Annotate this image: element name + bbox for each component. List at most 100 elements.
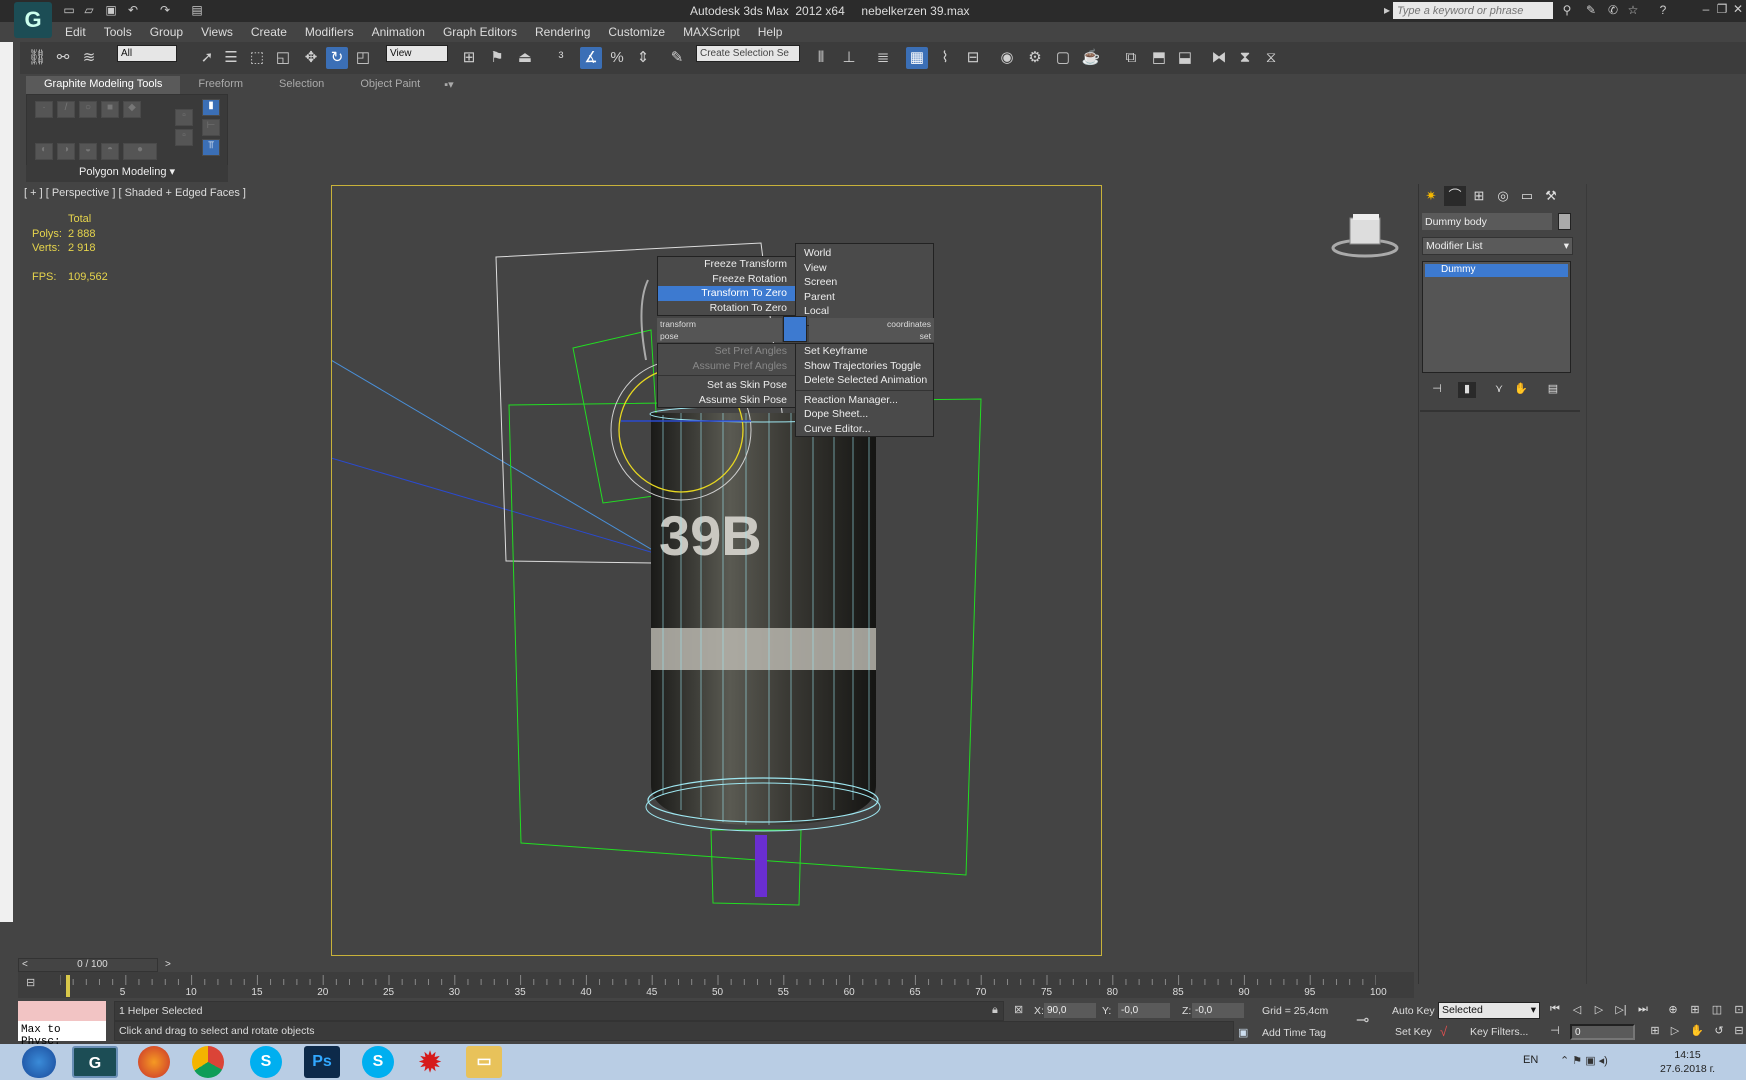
selection-filter-dropdown[interactable]: All [117, 45, 177, 62]
lock-selection-icon[interactable]: 🔒︎ [992, 1004, 998, 1017]
skype-2-taskbar-icon[interactable]: S [362, 1046, 394, 1078]
quad-center-switch[interactable] [783, 316, 807, 342]
schematic-view-icon[interactable]: ⊟ [962, 47, 984, 69]
menu-set-as-skin-pose[interactable]: Set as Skin Pose [658, 378, 795, 393]
rect-selection-icon[interactable]: ⬚ [246, 47, 268, 69]
orbit-icon[interactable]: ↺ [1710, 1024, 1728, 1040]
ribbon-vertex-icon[interactable]: · [35, 101, 53, 118]
ribbon-pin-icon[interactable]: ⊢ [202, 119, 220, 136]
ribbon-tool-6-icon[interactable]: ▫ [175, 109, 193, 126]
extra-tool-3-icon[interactable]: ⬓ [1174, 47, 1196, 69]
select-object-icon[interactable]: ➚ [196, 47, 218, 69]
communication-icon[interactable]: ✆ [1606, 3, 1620, 17]
3dsmax-taskbar-icon[interactable]: G [72, 1046, 118, 1078]
zoom-extents-icon[interactable]: ◫ [1708, 1003, 1726, 1019]
absolute-mode-icon[interactable]: ⊠ [1014, 1003, 1023, 1016]
rotate-icon[interactable]: ↻ [326, 47, 348, 69]
ribbon-show-end-icon[interactable]: ⫪ [202, 139, 220, 156]
mini-curve-editor-icon[interactable]: ⊟ [26, 976, 44, 990]
undo-icon[interactable]: ↶ [126, 3, 140, 17]
field-of-view-icon[interactable]: ▷ [1666, 1024, 1684, 1040]
graphite-toggle-icon[interactable]: ▦ [906, 47, 928, 69]
menu-help[interactable]: Help [749, 22, 792, 42]
named-selection-sets-dropdown[interactable]: Create Selection Se [696, 45, 800, 62]
menu-customize[interactable]: Customize [599, 22, 674, 42]
current-frame-field[interactable] [1570, 1024, 1635, 1040]
previous-frame-icon[interactable]: ◁ [1568, 1003, 1586, 1019]
set-keys-mode-icon[interactable]: √ [1440, 1024, 1447, 1039]
maximize-viewport-icon[interactable]: ⊟ [1730, 1024, 1746, 1040]
tray-icons[interactable]: ⌃ ⚑ ▣ ◂) [1560, 1054, 1608, 1067]
menu-view[interactable]: View [796, 261, 933, 276]
menu-show-trajectories-toggle[interactable]: Show Trajectories Toggle [796, 359, 933, 374]
key-icon[interactable]: ⊸ [1356, 1010, 1369, 1030]
ribbon-tool-2-icon[interactable]: ◑ [57, 143, 75, 160]
z-coordinate-field[interactable] [1192, 1003, 1244, 1018]
tab-graphite-modeling-tools[interactable]: Graphite Modeling Tools [26, 76, 181, 94]
maximize-icon[interactable]: ❐ [1714, 2, 1730, 18]
language-indicator[interactable]: EN [1523, 1054, 1538, 1066]
edit-named-selection-icon[interactable]: ✎ [666, 47, 688, 69]
play-icon[interactable]: ▷ [1590, 1003, 1608, 1019]
project-folder-icon[interactable]: ▤ [190, 3, 204, 17]
pin-stack-icon[interactable]: ⊣ [1428, 382, 1446, 398]
time-slider[interactable]: <0 / 100 > [18, 958, 171, 972]
key-mode-toggle-icon[interactable]: ⊣ [1546, 1024, 1564, 1040]
ribbon-tool-3-icon[interactable]: ◒ [79, 143, 97, 160]
scale-icon[interactable]: ◰ [352, 47, 374, 69]
menu-animation[interactable]: Animation [363, 22, 434, 42]
start-button[interactable] [22, 1046, 56, 1078]
extra-tool-1-icon[interactable]: ⧉ [1120, 47, 1142, 69]
modify-tab-icon[interactable]: ⌒ [1444, 186, 1466, 206]
show-end-result-icon[interactable]: ▮ [1458, 382, 1476, 398]
menu-views[interactable]: Views [192, 22, 242, 42]
extra-tool-4-icon[interactable]: ⧓ [1208, 47, 1230, 69]
menu-reaction-manager[interactable]: Reaction Manager... [796, 393, 933, 408]
modifier-stack-item[interactable]: Dummy [1425, 264, 1568, 277]
menu-maxscript[interactable]: MAXScript [674, 22, 749, 42]
viewcube-icon[interactable] [1330, 212, 1400, 262]
chrome-taskbar-icon[interactable] [192, 1046, 224, 1078]
spinner-snap-icon[interactable]: ⇕ [632, 47, 654, 69]
menu-group[interactable]: Group [141, 22, 192, 42]
align-icon[interactable]: ⊥ [838, 47, 860, 69]
menu-set-keyframe[interactable]: Set Keyframe [796, 344, 933, 359]
time-tag-icon[interactable]: ▣ [1238, 1026, 1248, 1039]
pan-view-icon[interactable]: ✋ [1688, 1024, 1706, 1040]
menu-tools[interactable]: Tools [95, 22, 141, 42]
bind-space-warp-icon[interactable]: ≋ [78, 47, 100, 69]
file-explorer-taskbar-icon[interactable]: ▭ [466, 1046, 502, 1078]
create-tab-icon[interactable]: ✷ [1420, 186, 1442, 206]
configure-modifier-sets-icon[interactable]: ▤ [1544, 382, 1562, 398]
manipulate-icon[interactable]: ⚑ [486, 47, 508, 69]
menu-freeze-transform[interactable]: Freeze Transform [658, 257, 795, 272]
tab-selection[interactable]: Selection [261, 76, 342, 94]
menu-curve-editor[interactable]: Curve Editor... [796, 422, 933, 437]
set-key-button[interactable]: Set Key [1395, 1026, 1432, 1038]
search-arrow-icon[interactable]: ▸ [1380, 3, 1394, 17]
skype-taskbar-icon[interactable]: S [250, 1046, 282, 1078]
hierarchy-tab-icon[interactable]: ⊞ [1468, 186, 1490, 206]
render-setup-icon[interactable]: ⚙ [1024, 47, 1046, 69]
minimize-icon[interactable]: – [1698, 2, 1714, 18]
rendered-frame-icon[interactable]: ▢ [1052, 47, 1074, 69]
move-icon[interactable]: ✥ [300, 47, 322, 69]
firefox-taskbar-icon[interactable] [138, 1046, 170, 1078]
menu-rendering[interactable]: Rendering [526, 22, 599, 42]
ribbon-tool-5-icon[interactable]: ● [123, 143, 157, 160]
modifier-list-dropdown[interactable]: Modifier List ▾ [1422, 237, 1573, 255]
unlink-icon[interactable]: ⚯ [52, 47, 74, 69]
ribbon-polygon-icon[interactable]: ■ [101, 101, 119, 118]
window-crossing-icon[interactable]: ◱ [272, 47, 294, 69]
time-config-icon[interactable]: ⊞ [1646, 1024, 1664, 1040]
ribbon-tool-4-icon[interactable]: ◓ [101, 143, 119, 160]
redo-icon[interactable]: ↷ [158, 3, 172, 17]
extra-tool-6-icon[interactable]: ⧖ [1260, 47, 1282, 69]
extra-tool-5-icon[interactable]: ⧗ [1234, 47, 1256, 69]
viewport-label[interactable]: [ + ] [ Perspective ] [ Shaded + Edged F… [24, 187, 246, 199]
curve-editor-icon[interactable]: ⌇ [934, 47, 956, 69]
make-unique-icon[interactable]: ⋎ [1490, 382, 1508, 398]
next-frame-icon[interactable]: ▷| [1612, 1003, 1630, 1019]
subscription-icon[interactable]: ✎ [1584, 3, 1598, 17]
menu-world[interactable]: World [796, 246, 933, 261]
